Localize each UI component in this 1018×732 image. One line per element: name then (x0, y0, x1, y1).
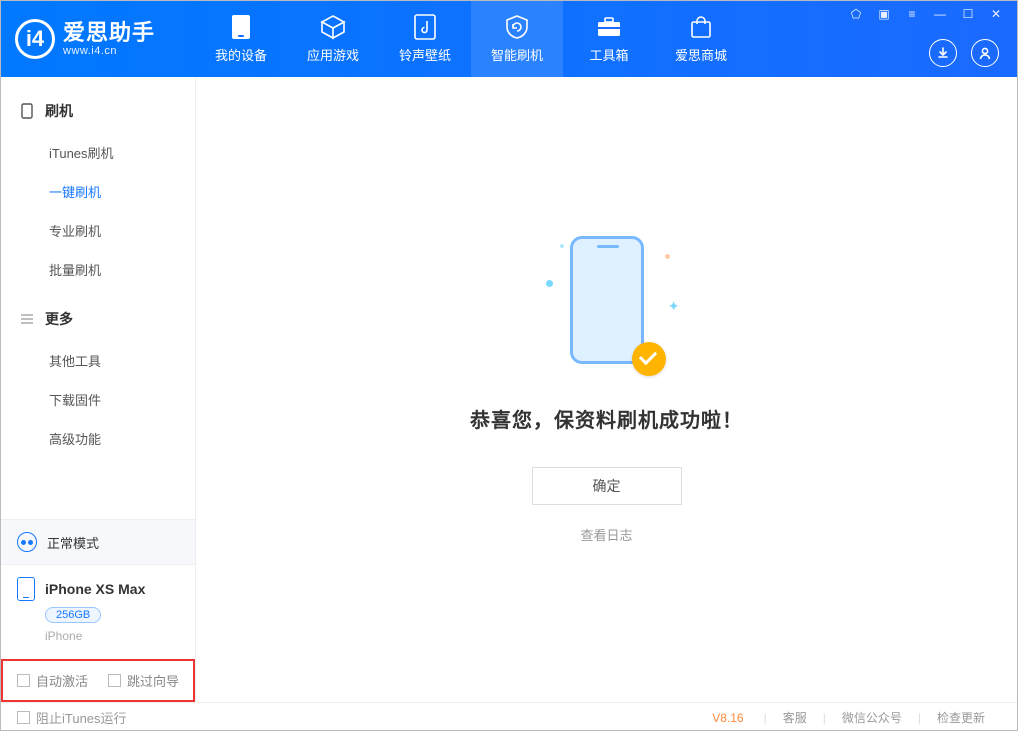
window-controls: ⬠ ▣ ≡ — ☐ ✕ (849, 7, 1009, 21)
ok-button[interactable]: 确定 (532, 467, 682, 505)
device-info-row[interactable]: iPhone XS Max 256GB iPhone (1, 565, 195, 659)
app-header: i4 爱思助手 www.i4.cn 我的设备 应用游戏 铃声壁纸 智能刷机 工具… (1, 1, 1017, 77)
device-phone-icon (17, 577, 35, 601)
mode-label: 正常模式 (47, 533, 99, 552)
view-log-link[interactable]: 查看日志 (580, 525, 632, 544)
app-name: 爱思助手 (63, 21, 155, 45)
success-title: 恭喜您，保资料刷机成功啦！ (470, 404, 743, 433)
tab-toolbox[interactable]: 工具箱 (563, 1, 655, 77)
sync-icon[interactable]: ▣ (877, 7, 891, 21)
sidebar-item-batch-flash[interactable]: 批量刷机 (1, 250, 195, 289)
sidebar-item-pro-flash[interactable]: 专业刷机 (1, 211, 195, 250)
close-icon[interactable]: ✕ (989, 7, 1003, 21)
header-right: ⬠ ▣ ≡ — ☐ ✕ (849, 1, 1009, 77)
logo-block: i4 爱思助手 www.i4.cn (15, 1, 195, 77)
tab-store[interactable]: 爱思商城 (655, 1, 747, 77)
download-button[interactable] (929, 39, 957, 67)
sidebar-item-itunes-flash[interactable]: iTunes刷机 (1, 133, 195, 172)
music-file-icon (412, 14, 438, 40)
checkbox-block-itunes[interactable]: 阻止iTunes运行 (17, 708, 127, 727)
version-label: V8.16 (712, 711, 743, 725)
shirt-icon[interactable]: ⬠ (849, 7, 863, 21)
device-type: iPhone (45, 629, 179, 643)
success-illustration: ✦ (552, 236, 662, 376)
mode-icon (17, 532, 37, 552)
section-header-more: 更多 (1, 303, 195, 341)
footer-link-check-update[interactable]: 检查更新 (921, 709, 1001, 726)
cube-icon (320, 14, 346, 40)
phone-outline-icon (19, 103, 35, 119)
device-capacity-pill: 256GB (45, 607, 101, 623)
toolbox-icon (596, 14, 622, 40)
sidebar-item-other-tools[interactable]: 其他工具 (1, 341, 195, 380)
device-mode-row[interactable]: 正常模式 (1, 520, 195, 565)
section-header-flash: 刷机 (1, 95, 195, 133)
main-tabs: 我的设备 应用游戏 铃声壁纸 智能刷机 工具箱 爱思商城 (195, 1, 747, 77)
list-icon (19, 311, 35, 327)
checkbox-skip-guide[interactable]: 跳过向导 (108, 671, 179, 690)
device-icon (228, 14, 254, 40)
menu-icon[interactable]: ≡ (905, 7, 919, 21)
tab-apps-games[interactable]: 应用游戏 (287, 1, 379, 77)
app-site: www.i4.cn (63, 45, 155, 57)
footer-link-support[interactable]: 客服 (767, 709, 823, 726)
shield-refresh-icon (504, 14, 530, 40)
main-content: ✦ 恭喜您，保资料刷机成功啦！ 确定 查看日志 (196, 77, 1017, 702)
sidebar: 刷机 iTunes刷机 一键刷机 专业刷机 批量刷机 更多 其他工具 下载固件 … (1, 77, 196, 702)
maximize-icon[interactable]: ☐ (961, 7, 975, 21)
header-actions (929, 39, 1009, 67)
success-check-icon (632, 342, 666, 376)
footer-link-wechat[interactable]: 微信公众号 (826, 709, 918, 726)
shopping-bag-icon (688, 14, 714, 40)
tab-my-device[interactable]: 我的设备 (195, 1, 287, 77)
sidebar-item-one-click-flash[interactable]: 一键刷机 (1, 172, 195, 211)
extra-options-highlight: 自动激活 跳过向导 (1, 659, 195, 702)
minimize-icon[interactable]: — (933, 7, 947, 21)
device-name: iPhone XS Max (45, 581, 145, 597)
checkbox-auto-activate[interactable]: 自动激活 (17, 671, 88, 690)
tab-smart-flash[interactable]: 智能刷机 (471, 1, 563, 77)
sidebar-item-download-firmware[interactable]: 下载固件 (1, 380, 195, 419)
tab-ringtones-wallpapers[interactable]: 铃声壁纸 (379, 1, 471, 77)
logo-icon: i4 (15, 19, 55, 59)
sidebar-item-advanced[interactable]: 高级功能 (1, 419, 195, 458)
account-button[interactable] (971, 39, 999, 67)
status-bar: 阻止iTunes运行 V8.16 | 客服 | 微信公众号 | 检查更新 (1, 702, 1017, 732)
